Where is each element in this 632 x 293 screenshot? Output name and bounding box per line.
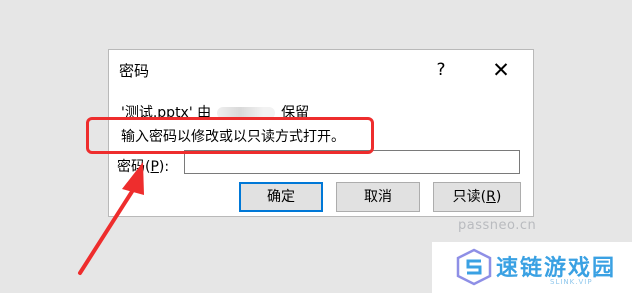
brand-logo-icon (456, 248, 492, 286)
arrow-head (122, 162, 144, 195)
watermark-domain: passneo.cn (458, 218, 537, 233)
brand-logo: 速链游戏园 SLINK.VIP (432, 242, 632, 293)
arrow-shaft (78, 188, 135, 275)
brand-name-en: SLINK.VIP (550, 278, 593, 286)
